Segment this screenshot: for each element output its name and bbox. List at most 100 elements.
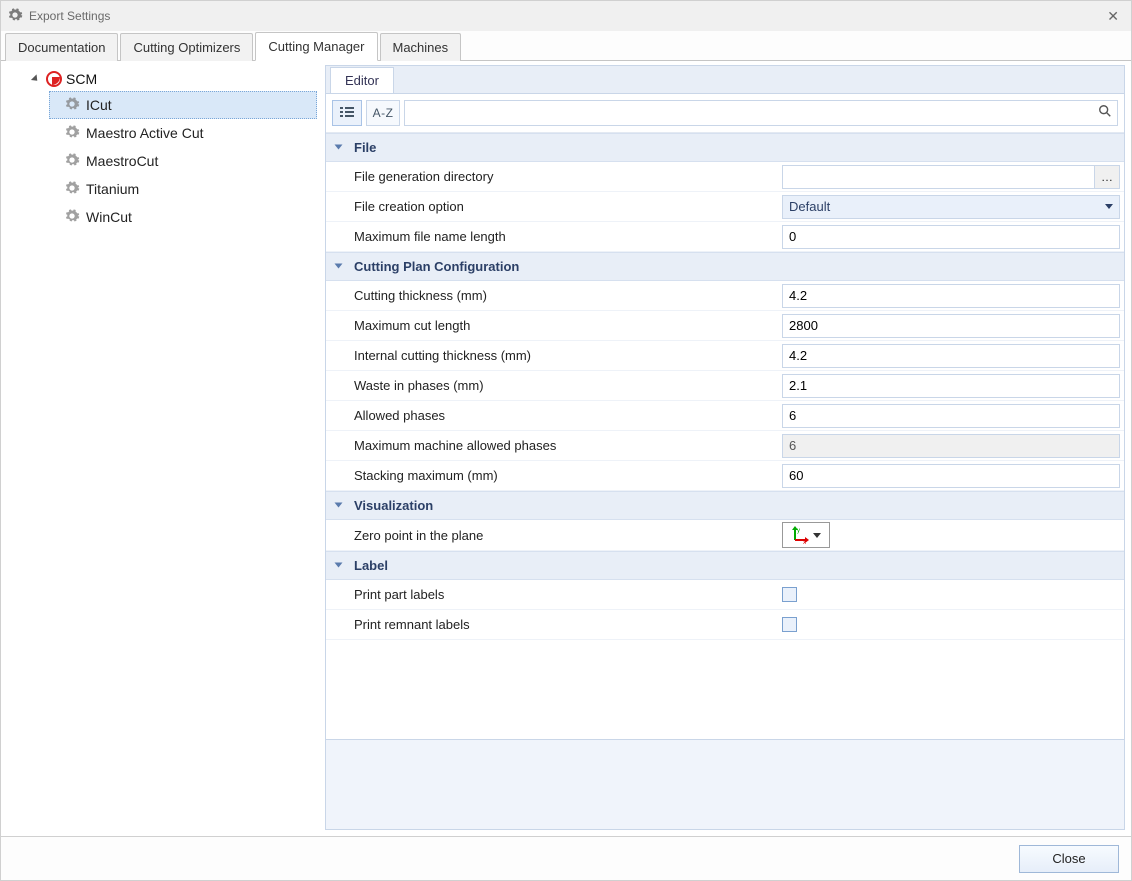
property-search-input[interactable]	[404, 100, 1118, 126]
tree-item-titanium[interactable]: Titanium	[49, 175, 317, 203]
internal-cutting-thickness-input[interactable]	[782, 344, 1120, 368]
print-remnant-labels-checkbox[interactable]	[782, 617, 797, 632]
dropdown-value: Default	[789, 199, 830, 214]
group-title: Cutting Plan Configuration	[354, 259, 519, 274]
gear-icon	[64, 180, 80, 199]
prop-label: Waste in phases (mm)	[326, 371, 778, 400]
editor-tabrow: Editor	[325, 65, 1125, 93]
prop-label: Allowed phases	[326, 401, 778, 430]
allowed-phases-input[interactable]	[782, 404, 1120, 428]
max-cut-length-input[interactable]	[782, 314, 1120, 338]
prop-label: File generation directory	[326, 162, 778, 191]
tree-item-label: Titanium	[86, 181, 139, 197]
tab-documentation[interactable]: Documentation	[5, 33, 118, 61]
svg-text:x: x	[803, 540, 806, 544]
editor-tab-label: Editor	[345, 73, 379, 88]
tree-item-maestrocut[interactable]: MaestroCut	[49, 147, 317, 175]
tree-item-label: WinCut	[86, 209, 132, 225]
file-generation-directory-input[interactable]	[782, 165, 1094, 189]
chevron-down-icon	[335, 563, 343, 568]
stacking-maximum-input[interactable]	[782, 464, 1120, 488]
titlebar: Export Settings ✕	[1, 1, 1131, 31]
prop-allowed-phases: Allowed phases	[326, 401, 1124, 431]
waste-in-phases-input[interactable]	[782, 374, 1120, 398]
tree-item-maestro-active-cut[interactable]: Maestro Active Cut	[49, 119, 317, 147]
prop-print-part-labels: Print part labels	[326, 580, 1124, 610]
svg-text:y: y	[797, 528, 800, 534]
tree-root-scm[interactable]: SCM	[5, 69, 317, 89]
tree-item-label: Maestro Active Cut	[86, 125, 204, 141]
prop-max-machine-allowed-phases: Maximum machine allowed phases	[326, 431, 1124, 461]
prop-waste-in-phases: Waste in phases (mm)	[326, 371, 1124, 401]
list-icon	[340, 106, 354, 121]
window-title: Export Settings	[29, 9, 110, 23]
tab-cutting-optimizers[interactable]: Cutting Optimizers	[120, 33, 253, 61]
tab-label: Cutting Manager	[268, 39, 364, 54]
tree-item-label: ICut	[86, 97, 112, 113]
prop-label: Internal cutting thickness (mm)	[326, 341, 778, 370]
chevron-down-icon	[335, 503, 343, 508]
prop-label: File creation option	[326, 192, 778, 221]
prop-max-file-name-length: Maximum file name length	[326, 222, 1124, 252]
chevron-down-icon	[813, 533, 821, 538]
group-header-cutting-plan[interactable]: Cutting Plan Configuration	[326, 252, 1124, 281]
editor-pane: Editor A-Z	[321, 61, 1131, 836]
tab-cutting-manager[interactable]: Cutting Manager	[255, 32, 377, 61]
prop-file-generation-directory: File generation directory …	[326, 162, 1124, 192]
tab-label: Documentation	[18, 40, 105, 55]
property-toolbar: A-Z	[326, 94, 1124, 133]
prop-label: Maximum machine allowed phases	[326, 431, 778, 460]
group-title: Label	[354, 558, 388, 573]
prop-file-creation-option: File creation option Default	[326, 192, 1124, 222]
prop-zero-point: Zero point in the plane y x	[326, 520, 1124, 551]
property-grid: File File generation directory … File cr…	[326, 133, 1124, 739]
alphabetical-view-button[interactable]: A-Z	[366, 100, 400, 126]
tree-item-wincut[interactable]: WinCut	[49, 203, 317, 231]
prop-label: Cutting thickness (mm)	[326, 281, 778, 310]
zero-point-dropdown[interactable]: y x	[782, 522, 830, 548]
window-close-button[interactable]: ✕	[1101, 8, 1125, 25]
group-title: Visualization	[354, 498, 433, 513]
gear-icon	[64, 96, 80, 115]
tab-machines[interactable]: Machines	[380, 33, 462, 61]
prop-label: Print remnant labels	[326, 610, 778, 639]
group-header-label[interactable]: Label	[326, 551, 1124, 580]
prop-label: Stacking maximum (mm)	[326, 461, 778, 490]
editor-frame: A-Z File File generatio	[325, 93, 1125, 830]
prop-max-cut-length: Maximum cut length	[326, 311, 1124, 341]
prop-internal-cutting-thickness: Internal cutting thickness (mm)	[326, 341, 1124, 371]
categorized-view-button[interactable]	[332, 100, 362, 126]
group-header-visualization[interactable]: Visualization	[326, 491, 1124, 520]
search-icon	[1098, 104, 1112, 121]
prop-print-remnant-labels: Print remnant labels	[326, 610, 1124, 640]
max-file-name-length-input[interactable]	[782, 225, 1120, 249]
tree-pane: SCM ICut Maestro Active Cut MaestroCut	[1, 61, 321, 836]
group-header-file[interactable]: File	[326, 133, 1124, 162]
search-wrap	[404, 100, 1118, 126]
close-button[interactable]: Close	[1019, 845, 1119, 873]
prop-label: Print part labels	[326, 580, 778, 609]
chevron-down-icon	[31, 74, 40, 83]
gear-icon	[64, 208, 80, 227]
browse-button[interactable]: …	[1094, 165, 1120, 189]
print-part-labels-checkbox[interactable]	[782, 587, 797, 602]
close-button-label: Close	[1052, 851, 1085, 866]
dialog-footer: Close	[1, 836, 1131, 880]
chevron-down-icon	[335, 264, 343, 269]
property-description-area	[326, 739, 1124, 829]
gear-icon	[64, 152, 80, 171]
prop-cutting-thickness: Cutting thickness (mm)	[326, 281, 1124, 311]
body: SCM ICut Maestro Active Cut MaestroCut	[1, 61, 1131, 836]
tree-item-icut[interactable]: ICut	[49, 91, 317, 119]
gear-icon	[7, 7, 23, 26]
prop-label: Maximum file name length	[326, 222, 778, 251]
tab-label: Machines	[393, 40, 449, 55]
tree-root-label: SCM	[66, 71, 97, 87]
max-machine-allowed-phases-input	[782, 434, 1120, 458]
group-title: File	[354, 140, 376, 155]
cutting-thickness-input[interactable]	[782, 284, 1120, 308]
file-creation-option-dropdown[interactable]: Default	[782, 195, 1120, 219]
editor-tab[interactable]: Editor	[330, 67, 394, 94]
tab-label: Cutting Optimizers	[133, 40, 240, 55]
main-tabstrip: Documentation Cutting Optimizers Cutting…	[1, 31, 1131, 61]
